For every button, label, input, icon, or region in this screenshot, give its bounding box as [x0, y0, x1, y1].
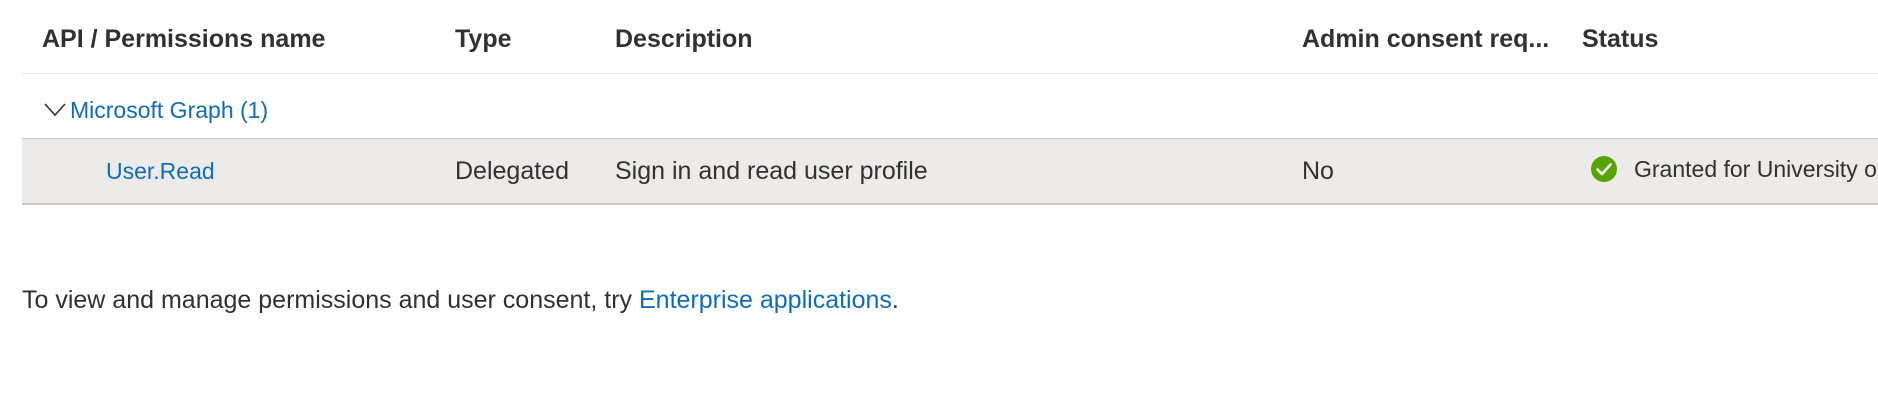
- footer-text: To view and manage permissions and user …: [22, 286, 639, 314]
- permission-description: Sign in and read user profile: [615, 157, 928, 185]
- column-header-admin-consent[interactable]: Admin consent req...: [1302, 22, 1582, 56]
- table-row: User.Read Delegated Sign in and read use…: [22, 139, 1878, 205]
- footer-note: To view and manage permissions and user …: [22, 283, 899, 317]
- column-header-permissions-name[interactable]: API / Permissions name: [42, 22, 442, 56]
- enterprise-applications-link[interactable]: Enterprise applications: [639, 286, 892, 314]
- api-permissions-table: API / Permissions name Type Description …: [22, 0, 1878, 205]
- admin-consent-required-value: No: [1302, 157, 1334, 185]
- column-header-description[interactable]: Description: [615, 22, 1295, 56]
- group-toggle-microsoft-graph[interactable]: Microsoft Graph (1): [44, 94, 268, 126]
- chevron-down-icon[interactable]: [44, 99, 66, 121]
- permission-link-user-read[interactable]: User.Read: [106, 154, 215, 188]
- status-cell: Granted for University o: [1590, 152, 1877, 186]
- table-header-row: API / Permissions name Type Description …: [22, 0, 1878, 74]
- group-label-microsoft-graph[interactable]: Microsoft Graph (1): [70, 94, 268, 126]
- status-text: Granted for University o: [1634, 156, 1877, 182]
- footer-period: .: [891, 286, 899, 314]
- group-row-microsoft-graph: Microsoft Graph (1): [22, 74, 1878, 139]
- column-header-status[interactable]: Status: [1582, 22, 1878, 56]
- permission-type: Delegated: [455, 157, 569, 185]
- column-header-type[interactable]: Type: [455, 22, 605, 56]
- check-circle-icon: [1590, 155, 1618, 183]
